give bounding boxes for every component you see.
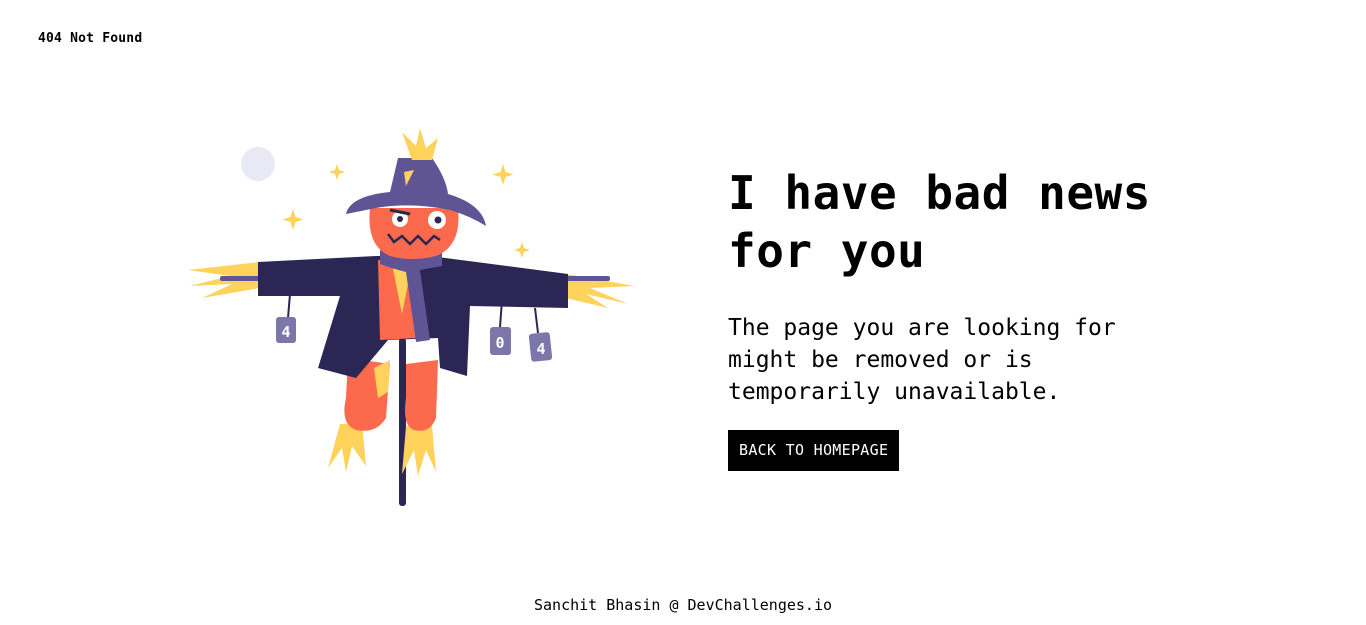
hat-tuft — [402, 128, 438, 160]
footer-credit: Sanchit Bhasin @ DevChallenges.io — [533, 596, 832, 614]
scarecrow-head — [369, 208, 459, 259]
moon-shape — [241, 147, 275, 181]
site-brand: 404 Not Found — [38, 31, 143, 46]
right-leg — [405, 360, 438, 431]
foot-straw — [328, 424, 436, 476]
back-to-homepage-button[interactable]: BACK TO HOMEPAGE — [728, 430, 900, 471]
page-title: I have bad news for you — [728, 166, 1151, 278]
not-found-page: 404 Not Found 4 0 4 I have bad news for … — [0, 0, 1366, 625]
scarecrow-pole — [399, 338, 406, 506]
can-middle-digit: 0 — [495, 334, 504, 352]
can-right-digit: 4 — [536, 340, 545, 358]
error-content: I have bad news for you The page you are… — [728, 164, 1208, 471]
error-message: The page you are looking for might be re… — [728, 315, 1116, 405]
can-left-digit: 4 — [281, 323, 290, 341]
scarecrow-illustration: 4 0 4 — [188, 128, 635, 506]
